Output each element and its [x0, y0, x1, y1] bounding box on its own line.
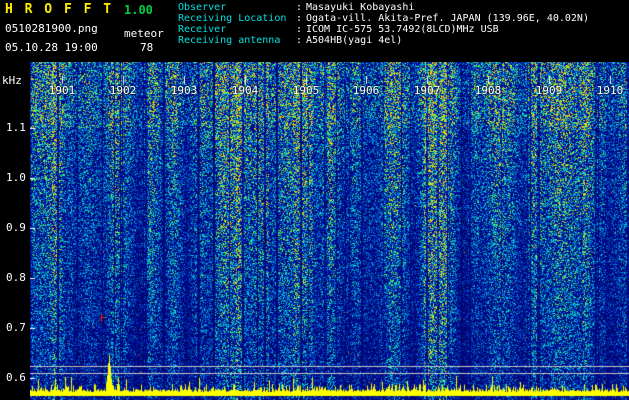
freq-tick-label: 0.9	[6, 221, 26, 234]
info-value: Masayuki Kobayashi	[306, 2, 415, 13]
time-tick-label: 1906	[352, 84, 380, 97]
hrofft-window: H R O F F T 1.00 0510281900.png meteor 0…	[0, 0, 629, 400]
time-tick-label: 1903	[170, 84, 198, 97]
info-colon: :	[296, 24, 303, 35]
time-tick-label: 1905	[292, 84, 320, 97]
time-tick-label: 1902	[109, 84, 137, 97]
info-value: Ogata-vill. Akita-Pref. JAPAN (139.96E, …	[306, 13, 589, 24]
info-colon: :	[296, 13, 303, 24]
info-value: ICOM IC-575 53.7492(8LCD)MHz USB	[306, 24, 499, 35]
info-label: Receiving antenna	[178, 35, 281, 46]
info-colon: :	[296, 35, 303, 46]
freq-tick-label: 1.0	[6, 171, 26, 184]
time-tick-label: 1904	[231, 84, 259, 97]
time-tick-label: 1901	[48, 84, 76, 97]
time-tick-label: 1910	[596, 84, 624, 97]
info-label: Observer	[178, 2, 227, 13]
spectrogram-canvas	[30, 62, 629, 400]
info-label: Receiver	[178, 24, 227, 35]
mode-label: meteor	[124, 27, 164, 40]
output-filename: 0510281900.png	[5, 22, 98, 35]
info-value: A504HB(yagi 4el)	[306, 35, 403, 46]
info-label: Receiving Location	[178, 13, 287, 24]
echo-count: 78	[140, 41, 154, 54]
time-tick-label: 1907	[413, 84, 441, 97]
time-tick-label: 1908	[474, 84, 502, 97]
observation-datetime: 05.10.28 19:00	[5, 41, 98, 54]
freq-axis-unit-label: kHz	[2, 74, 22, 87]
freq-tick-label: 0.7	[6, 321, 26, 334]
freq-tick-label: 1.1	[6, 121, 26, 134]
freq-tick-label: 0.6	[6, 371, 26, 384]
time-tick-label: 1909	[535, 84, 563, 97]
app-title: H R O F F T	[5, 2, 114, 17]
freq-tick-label: 0.8	[6, 271, 26, 284]
station-info: Observer : Masayuki Kobayashi Receiving …	[178, 2, 589, 46]
app-version: 1.00	[124, 3, 153, 17]
info-colon: :	[296, 2, 303, 13]
